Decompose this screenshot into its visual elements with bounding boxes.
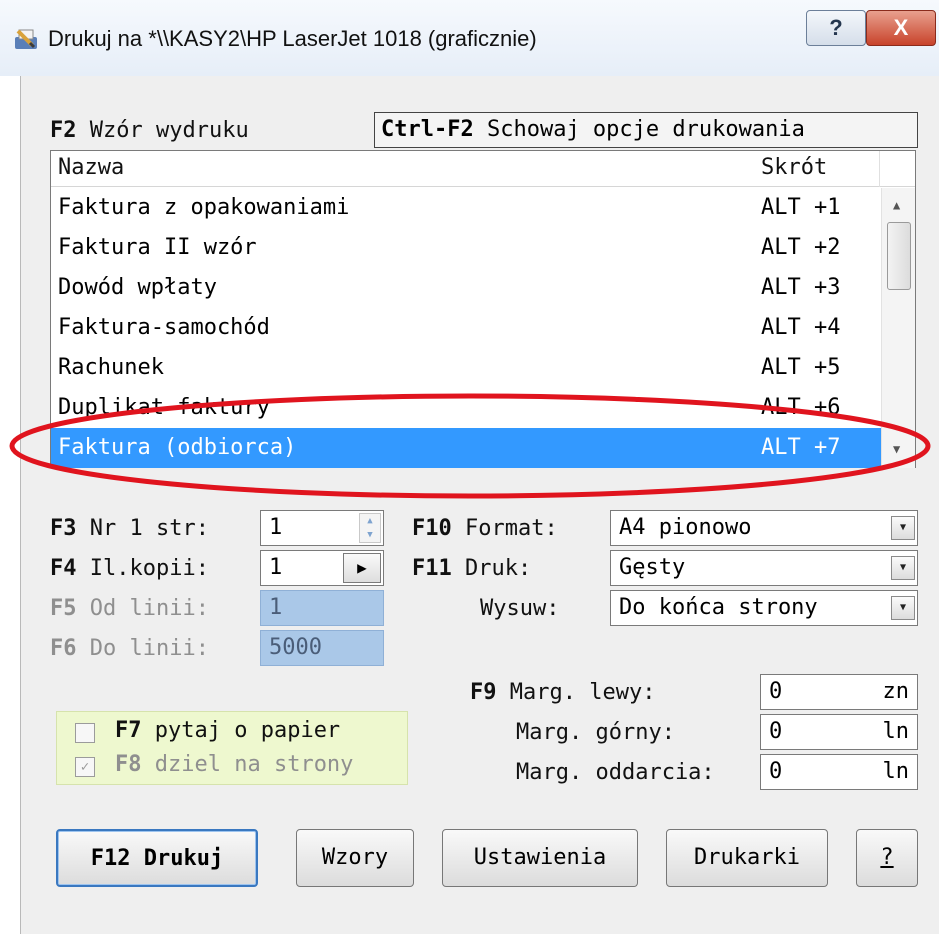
print-mode-label: F11 Druk: <box>412 556 532 581</box>
chevron-down-icon[interactable]: ▼ <box>891 596 915 620</box>
split-pages-label: F8 dziel na strony <box>115 752 354 777</box>
chevron-down-icon[interactable]: ▼ <box>891 556 915 580</box>
copies-label: F4 Il.kopii: <box>50 556 209 581</box>
feed-select[interactable]: Do końca strony ▼ <box>610 590 918 626</box>
margin-top-field[interactable]: 0 ln <box>760 714 918 750</box>
templates-button[interactable]: Wzory <box>296 829 414 887</box>
margin-top-label: Marg. górny: <box>516 720 675 745</box>
page-from-label: F3 Nr 1 str: <box>50 516 209 541</box>
margin-left-field[interactable]: 0 zn <box>760 674 918 710</box>
chevron-down-icon[interactable]: ▼ <box>891 516 915 540</box>
format-select[interactable]: A4 pionowo ▼ <box>610 510 918 546</box>
ask-paper-label[interactable]: F7 pytaj o papier <box>115 718 340 743</box>
feed-label: Wysuw: <box>480 596 560 621</box>
print-mode-select[interactable]: Gęsty ▼ <box>610 550 918 586</box>
page-from-value: 1 <box>269 515 283 540</box>
printers-button[interactable]: Drukarki <box>666 829 828 887</box>
copies-value: 1 <box>269 555 283 580</box>
margin-tear-value: 0 <box>769 759 783 784</box>
ask-paper-checkbox[interactable] <box>75 723 95 743</box>
line-to-field: 5000 <box>260 630 384 666</box>
copies-field[interactable]: 1 ▶ <box>260 550 384 586</box>
margin-top-unit: ln <box>882 719 910 744</box>
paper-options-panel: F7 pytaj o papier ✓ F8 dziel na strony <box>56 711 408 785</box>
split-pages-checkbox: ✓ <box>75 757 95 777</box>
print-button[interactable]: F12 Drukuj <box>56 829 258 887</box>
margin-tear-field[interactable]: 0 ln <box>760 754 918 790</box>
line-from-label: F5 Od linii: <box>50 596 209 621</box>
print-mode-value: Gęsty <box>619 555 686 580</box>
margin-left-unit: zn <box>882 679 910 704</box>
margin-tear-unit: ln <box>882 759 910 784</box>
format-label: F10 Format: <box>412 516 558 541</box>
highlight-ellipse-annotation <box>9 393 931 499</box>
margin-left-label: F9 Marg. lewy: <box>470 680 656 705</box>
page-from-field[interactable]: 1 ▲ ▼ <box>260 510 384 546</box>
format-value: A4 pionowo <box>619 515 752 540</box>
line-to-label: F6 Do linii: <box>50 636 209 661</box>
help-button[interactable]: ? <box>856 829 918 887</box>
margin-left-value: 0 <box>769 679 783 704</box>
feed-value: Do końca strony <box>619 595 818 620</box>
settings-button[interactable]: Ustawienia <box>442 829 638 887</box>
line-from-field: 1 <box>260 590 384 626</box>
page-from-spinner[interactable]: ▲ ▼ <box>359 513 381 543</box>
copies-arrow-button[interactable]: ▶ <box>343 553 381 583</box>
margin-tear-label: Marg. oddarcia: <box>516 760 715 785</box>
margin-top-value: 0 <box>769 719 783 744</box>
